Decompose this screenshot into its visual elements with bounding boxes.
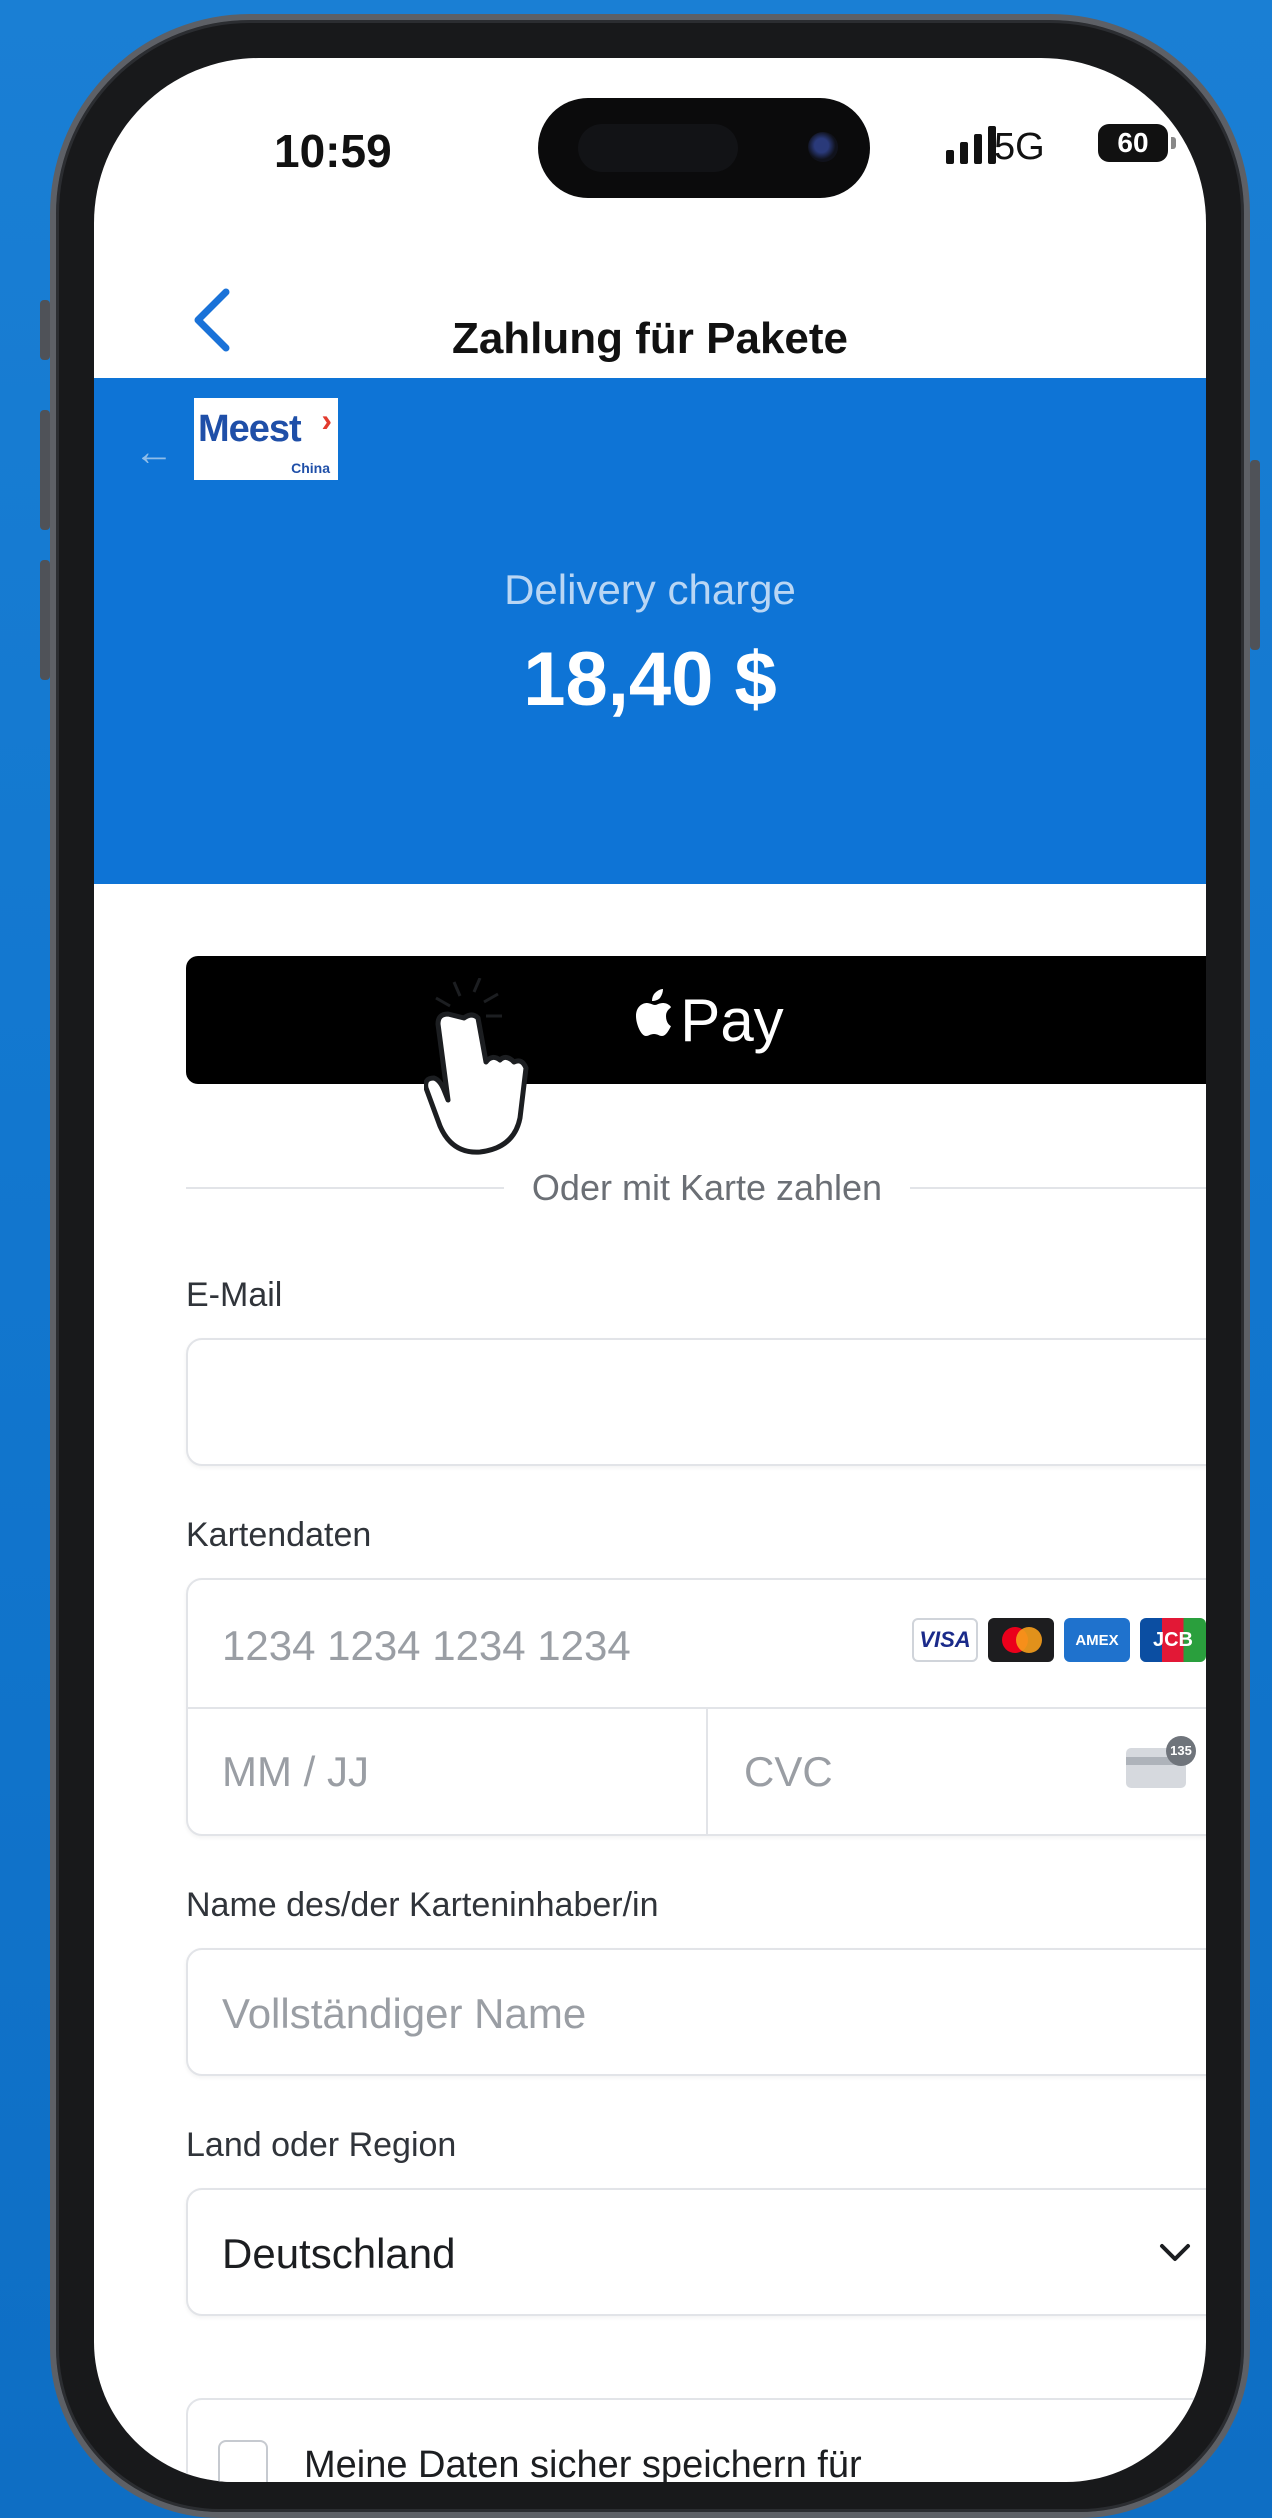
card-field-divider	[188, 1707, 1206, 1709]
pay-with-card-divider: Oder mit Karte zahlen	[186, 1158, 1206, 1218]
charge-amount: 18,40 $	[523, 637, 777, 722]
amex-icon: AMEX	[1064, 1618, 1130, 1662]
cvc-card-icon: 135	[1126, 1736, 1196, 1788]
phone-volume-down	[40, 560, 50, 680]
nav-bar: Zahlung für Pakete	[94, 228, 1206, 378]
pointer-hand-icon	[424, 978, 529, 1155]
logo-subtext: China	[291, 460, 330, 476]
divider-line	[186, 1187, 504, 1189]
save-details-text: Meine Daten sicher speichern für Zahlung…	[304, 2444, 862, 2482]
status-time: 10:59	[274, 125, 392, 177]
email-field[interactable]	[186, 1338, 1206, 1466]
payment-banner: ← Meest › China Delivery charge 18,40 $	[94, 378, 1206, 884]
chevron-down-icon	[1158, 2234, 1192, 2273]
phone-frame: 10:59 5G 60 Zahlung für Pakete ← Meest ›…	[40, 14, 1260, 2518]
cardholder-name-field[interactable]: Vollständiger Name	[186, 1948, 1206, 2076]
island-sensor	[578, 124, 738, 172]
cvc-icon-number: 135	[1166, 1736, 1196, 1766]
dynamic-island	[538, 98, 870, 198]
cardholder-name-label: Name des/der Karteninhaber/in	[186, 1886, 659, 1924]
mastercard-icon	[988, 1618, 1054, 1662]
battery-icon: 60	[1098, 124, 1176, 162]
cardholder-name-placeholder: Vollständiger Name	[222, 1990, 587, 2037]
signal-icon	[946, 124, 996, 164]
country-value: Deutschland	[222, 2230, 456, 2277]
status-bar: 10:59 5G 60	[94, 58, 1206, 198]
page-title: Zahlung für Pakete	[451, 314, 849, 363]
meest-logo: Meest › China	[194, 398, 338, 480]
save-details-box: Meine Daten sicher speichern für Zahlung…	[186, 2398, 1206, 2482]
logo-arrow-icon: ›	[321, 402, 332, 438]
save-details-checkbox[interactable]	[218, 2440, 268, 2482]
charge-label: Delivery charge	[504, 566, 796, 613]
card-brands: VISA AMEX JCB	[912, 1618, 1206, 1662]
cvc-input[interactable]: CVC	[744, 1748, 833, 1796]
apple-logo-icon	[630, 988, 674, 1052]
card-number-input[interactable]: 1234 1234 1234 1234	[222, 1622, 631, 1670]
network-type: 5G	[994, 126, 1045, 168]
apple-logo-svg	[636, 989, 672, 1036]
jcb-icon: JCB	[1140, 1618, 1206, 1662]
card-details-label: Kartendaten	[186, 1516, 372, 1554]
country-label: Land oder Region	[186, 2126, 457, 2164]
arrow-left-icon[interactable]: ←	[134, 430, 174, 475]
divider-line	[910, 1187, 1206, 1189]
camera-icon	[808, 132, 838, 162]
divider-text: Oder mit Karte zahlen	[531, 1167, 883, 1208]
phone-screen: 10:59 5G 60 Zahlung für Pakete ← Meest ›…	[94, 58, 1206, 2482]
phone-power-button	[1250, 460, 1260, 650]
phone-side-button	[40, 300, 50, 360]
card-field-divider-vertical	[706, 1708, 708, 1834]
card-details-field: 1234 1234 1234 1234 VISA AMEX JCB MM / J…	[186, 1578, 1206, 1836]
logo-text: Meest	[198, 408, 302, 450]
visa-icon: VISA	[912, 1618, 978, 1662]
country-select[interactable]: Deutschland	[186, 2188, 1206, 2316]
email-label: E-Mail	[186, 1276, 283, 1314]
apple-pay-label: Pay	[680, 986, 784, 1054]
apple-pay-button[interactable]: Pay	[186, 956, 1206, 1084]
phone-volume-up	[40, 410, 50, 530]
expiry-input[interactable]: MM / JJ	[222, 1748, 369, 1796]
